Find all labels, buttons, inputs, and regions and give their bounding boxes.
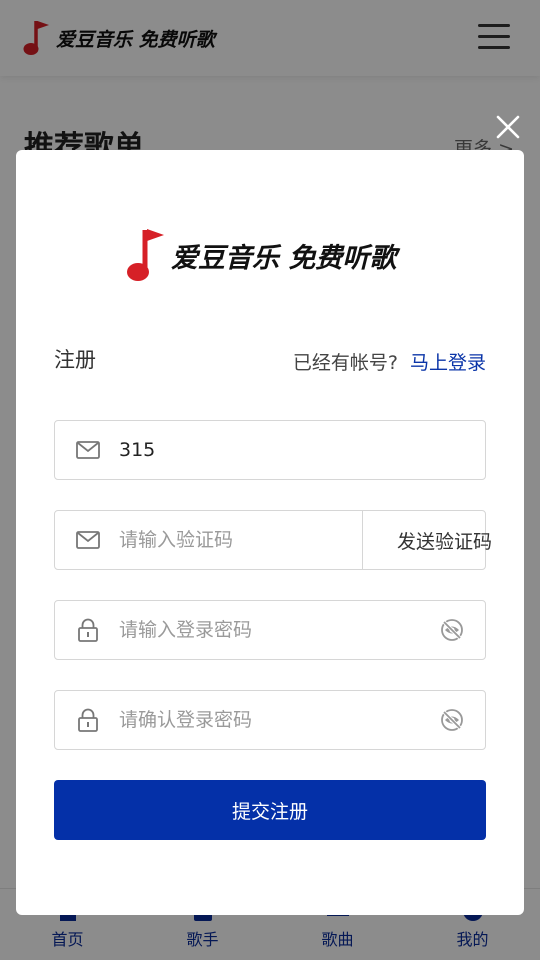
email-input[interactable]: [119, 421, 485, 479]
lock-icon: [78, 708, 98, 732]
register-title: 注册: [54, 348, 96, 372]
verification-code-field[interactable]: 发送验证码: [54, 510, 492, 570]
brand-logo-large: 爱豆音乐 免费听歌: [125, 224, 396, 286]
submit-register-button[interactable]: 提交注册: [54, 780, 486, 840]
verification-code-input[interactable]: [119, 511, 362, 569]
music-note-logo-icon: [127, 229, 164, 281]
send-code-button[interactable]: 发送验证码: [362, 511, 526, 569]
mail-icon: [76, 441, 100, 459]
password-field[interactable]: [54, 600, 486, 660]
login-prompt: 已经有帐号? 马上登录: [293, 348, 486, 375]
lock-icon: [78, 618, 98, 642]
brand-name: 爱豆音乐 免费听歌: [171, 242, 397, 274]
have-account-text: 已经有帐号?: [292, 352, 398, 374]
register-dialog: 爱豆音乐 免费听歌 注册 已经有帐号? 马上登录 发送验证码: [16, 150, 524, 915]
eye-off-icon[interactable]: [439, 707, 465, 733]
confirm-password-input[interactable]: [119, 691, 439, 749]
email-field[interactable]: [54, 420, 486, 480]
eye-off-icon[interactable]: [439, 617, 465, 643]
close-icon[interactable]: [494, 113, 522, 141]
confirm-password-field[interactable]: [54, 690, 486, 750]
password-input[interactable]: [119, 601, 439, 659]
login-link[interactable]: 马上登录: [410, 348, 486, 375]
mail-icon: [76, 531, 100, 549]
